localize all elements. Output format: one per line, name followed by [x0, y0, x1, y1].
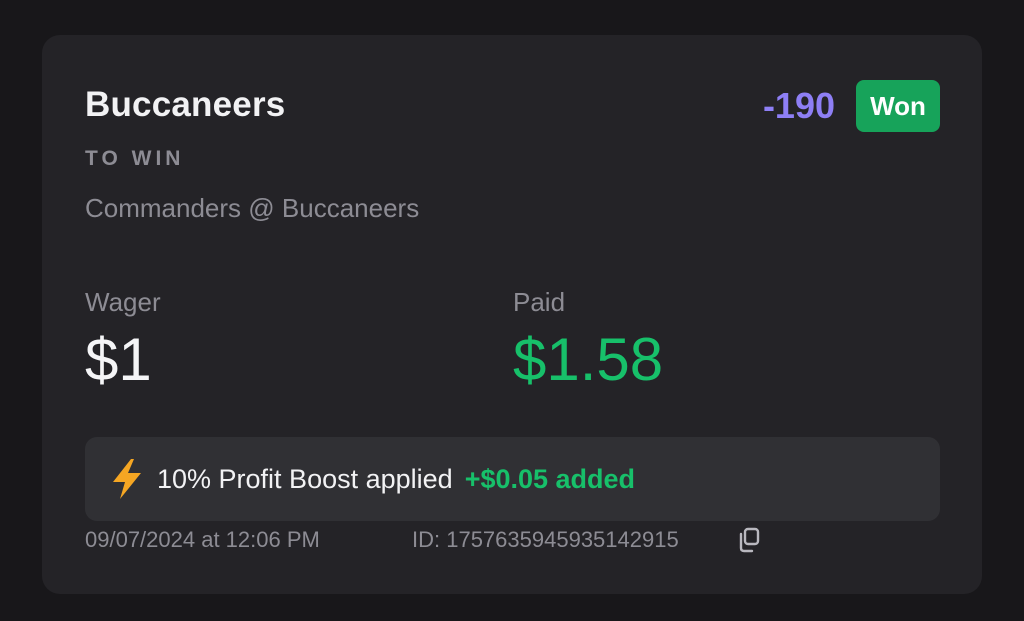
- wager-label: Wager: [85, 287, 161, 317]
- matchup-text: Commanders @ Buccaneers: [85, 193, 420, 223]
- paid-amount: $1.58: [513, 326, 664, 393]
- bet-card: Buccaneers -190 Won TO WIN Commanders @ …: [42, 35, 982, 594]
- bet-timestamp: 09/07/2024 at 12:06 PM: [85, 527, 320, 552]
- bet-odds: -190: [762, 85, 835, 126]
- status-badge: Won: [856, 80, 940, 132]
- bet-selection-title: Buccaneers: [85, 85, 286, 124]
- profit-boost-added: +$0.05 added: [464, 463, 636, 494]
- copy-icon[interactable]: [736, 526, 762, 554]
- profit-boost-banner: 10% Profit Boost applied +$0.05 added: [85, 437, 940, 521]
- wager-amount: $1: [85, 326, 152, 393]
- paid-label: Paid: [513, 287, 566, 317]
- bet-market-label: TO WIN: [85, 147, 185, 170]
- bet-id: ID: 1757635945935142915: [412, 527, 679, 552]
- lightning-bolt-icon: [113, 459, 141, 499]
- profit-boost-text: 10% Profit Boost applied: [157, 463, 453, 494]
